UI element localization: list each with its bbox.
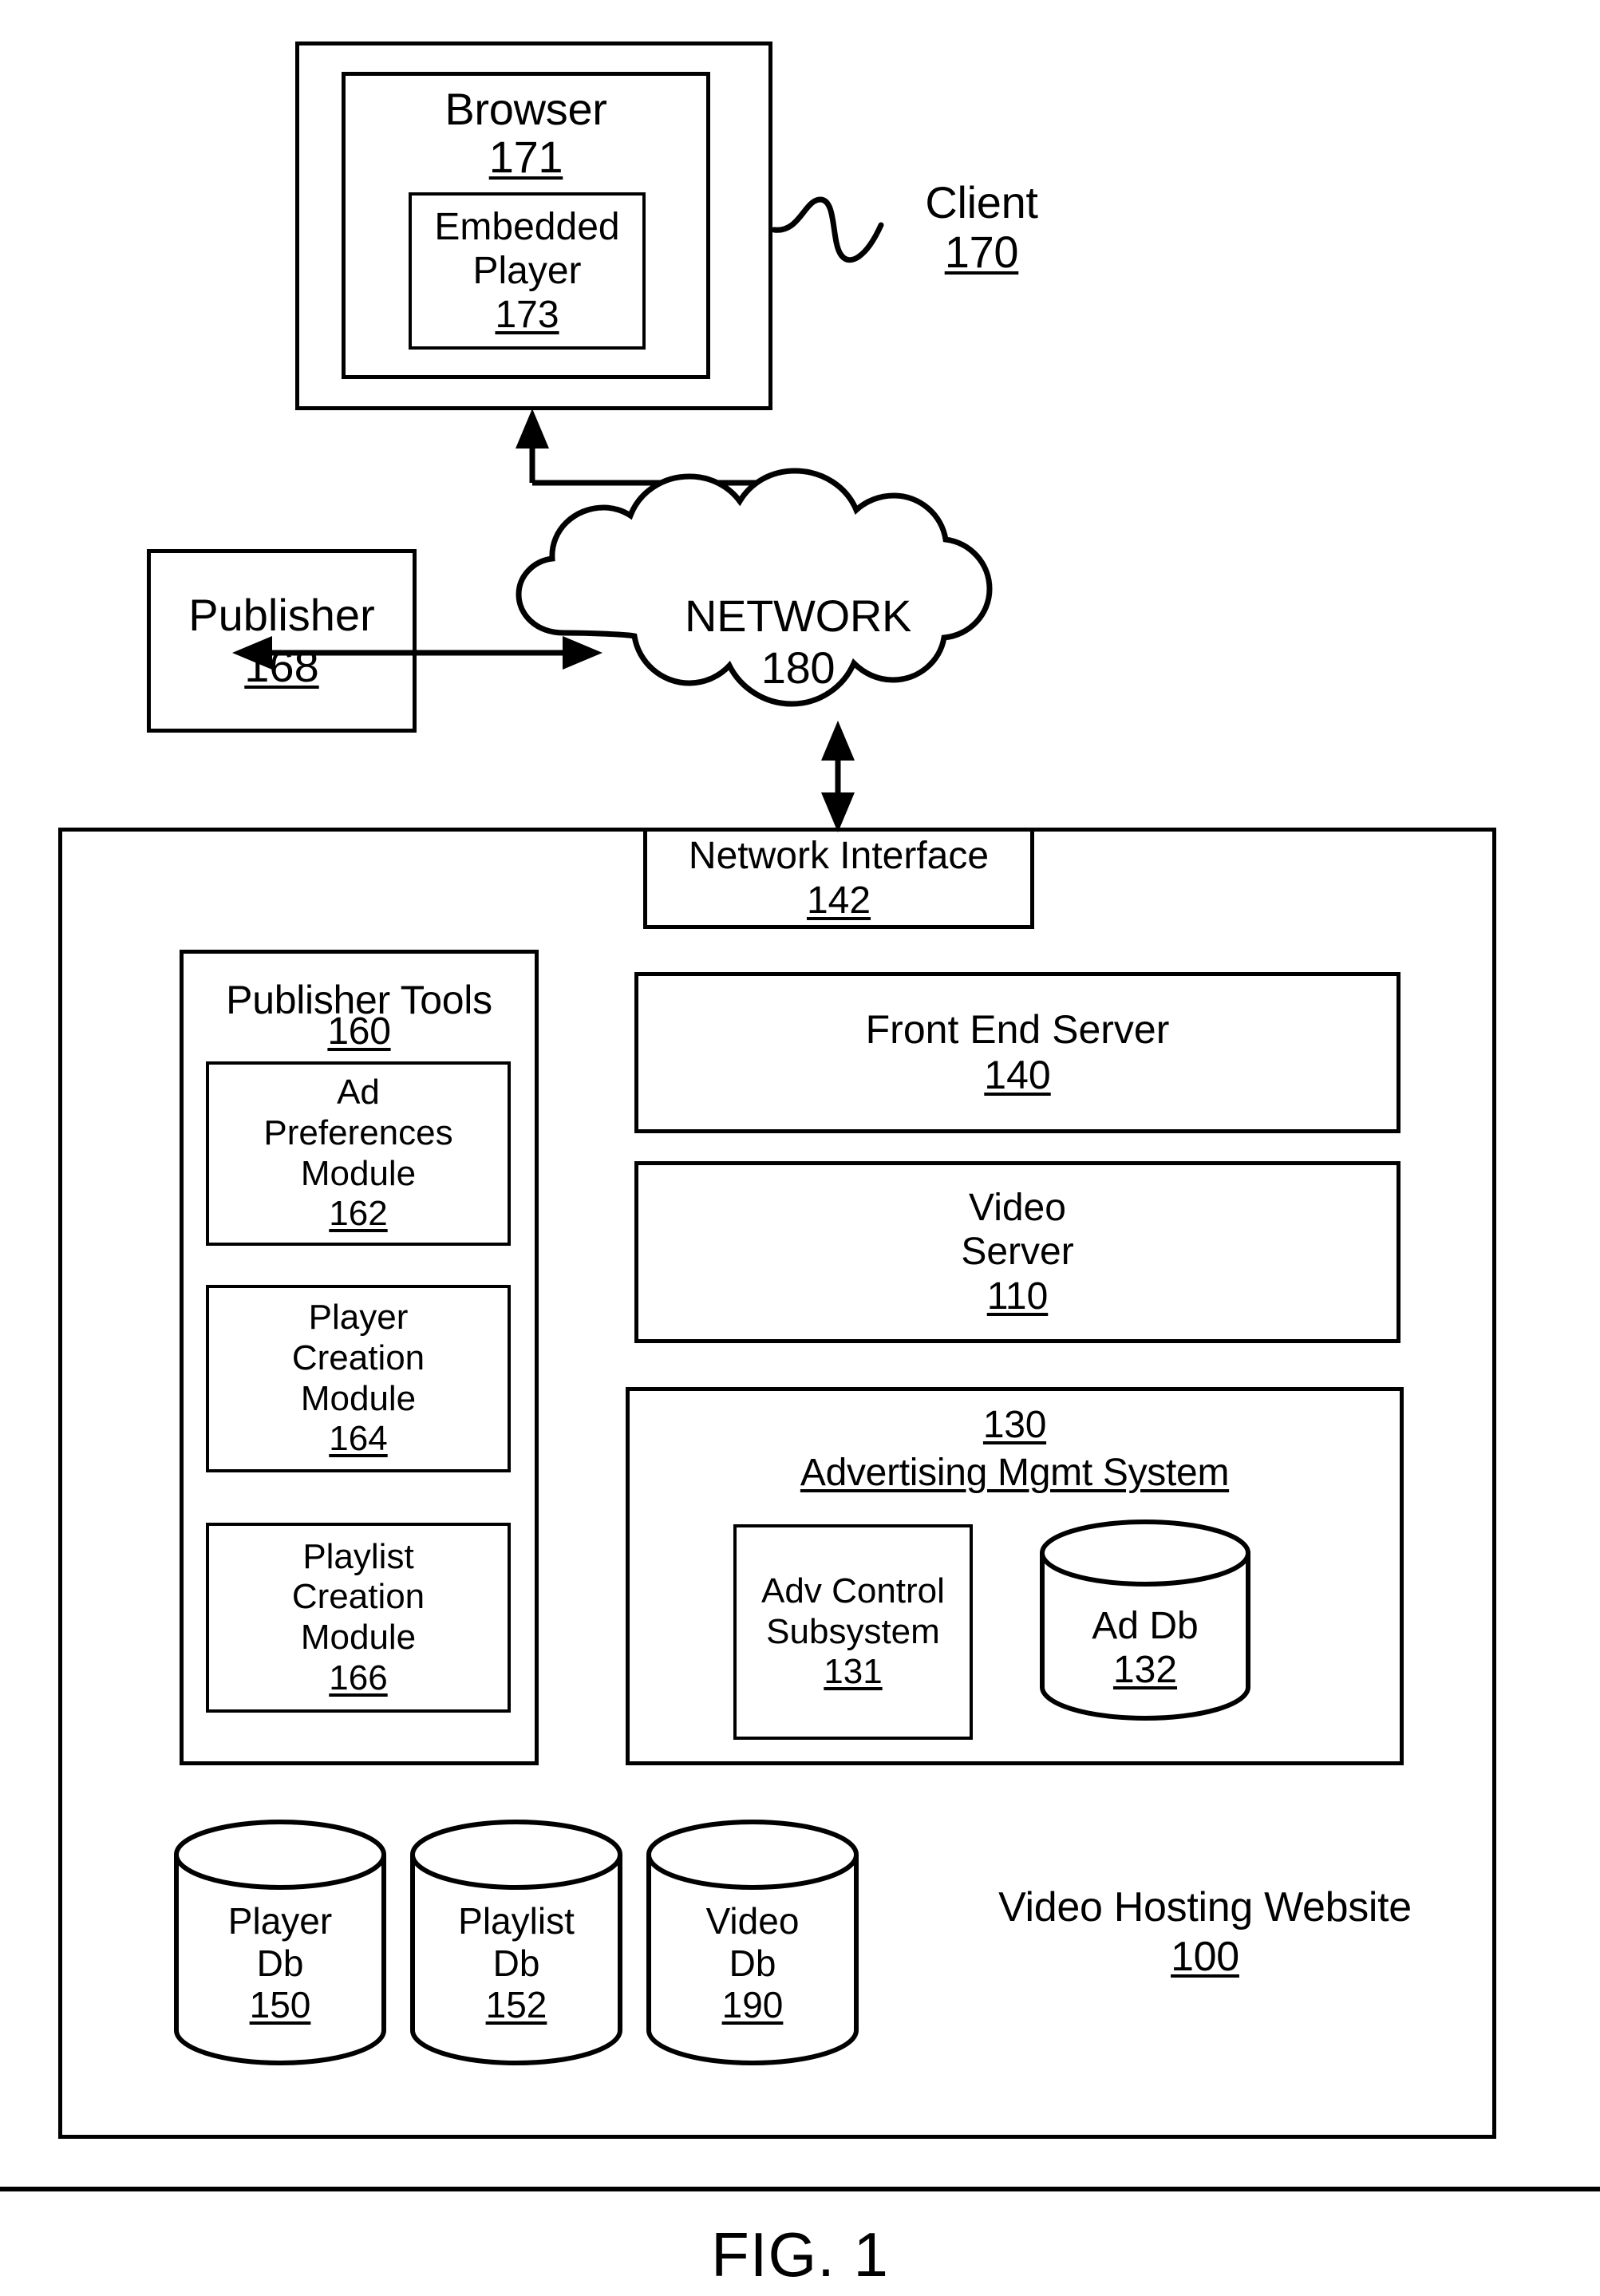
playlist-db-line1: Playlist	[458, 1899, 575, 1942]
ad-preferences-module-number: 162	[329, 1194, 388, 1234]
embedded-player-label-group: Embedded Player 173	[409, 192, 646, 350]
client-number: 170	[944, 227, 1019, 277]
playlist-db-label-group: Playlist Db 152	[408, 1883, 625, 2043]
playlist-creation-module-number: 166	[329, 1658, 388, 1697]
player-creation-module-label-group: Player Creation Module 164	[206, 1285, 511, 1472]
player-creation-module-line2: Creation	[291, 1338, 425, 1377]
ad-db-label: Ad Db	[1092, 1604, 1199, 1647]
playlist-creation-module-line2: Creation	[291, 1577, 425, 1617]
network-label: NETWORK	[684, 591, 912, 641]
network-interface-label-group: Network Interface 142	[643, 828, 1034, 929]
video-db-line1: Video	[705, 1899, 800, 1942]
player-creation-module-line3: Module	[300, 1378, 417, 1418]
arrow-network-website	[821, 721, 855, 832]
playlist-creation-module-line1: Playlist	[302, 1536, 414, 1576]
playlist-creation-module-line3: Module	[300, 1618, 417, 1657]
adv-control-subsystem-label-group: Adv Control Subsystem 131	[733, 1524, 973, 1740]
playlist-db-line2: Db	[492, 1942, 540, 1984]
adv-control-subsystem-line1: Adv Control	[761, 1571, 945, 1611]
ad-db-label-group: Ad Db 132	[1037, 1588, 1253, 1708]
player-db-number: 150	[249, 1984, 311, 2026]
publisher-number: 168	[244, 641, 319, 691]
video-db-line2: Db	[729, 1942, 776, 1984]
browser-number: 171	[488, 132, 563, 182]
client-label: Client	[925, 177, 1038, 227]
player-db-line2: Db	[256, 1942, 304, 1984]
ad-preferences-module-line3: Module	[300, 1153, 417, 1193]
player-creation-module-line1: Player	[308, 1298, 409, 1338]
player-creation-module-number: 164	[329, 1419, 388, 1459]
advertising-mgmt-system-number: 130	[982, 1404, 1047, 1446]
embedded-player-number: 173	[495, 294, 559, 337]
ad-preferences-module-line2: Preferences	[263, 1112, 453, 1152]
player-db-line1: Player	[227, 1899, 333, 1942]
network-number: 180	[760, 642, 836, 693]
player-db-label-group: Player Db 150	[172, 1883, 389, 2043]
video-db-number: 190	[721, 1984, 784, 2026]
video-hosting-website-number: 100	[1171, 1934, 1239, 1980]
publisher-tools-number: 160	[327, 1010, 391, 1053]
front-end-server-number: 140	[984, 1053, 1051, 1097]
video-db-label-group: Video Db 190	[644, 1883, 861, 2043]
video-server-label-line1: Video	[969, 1187, 1066, 1230]
video-server-label-group: Video Server 110	[634, 1161, 1400, 1343]
playlist-db-number: 152	[485, 1984, 547, 2026]
network-interface-number: 142	[806, 879, 871, 922]
adv-control-subsystem-number: 131	[824, 1652, 883, 1692]
adv-control-subsystem-line2: Subsystem	[766, 1611, 940, 1651]
patent-figure-1: Browser 171 Embedded Player 173 Client 1…	[0, 0, 1600, 2296]
publisher-label: Publisher	[188, 589, 375, 640]
ad-db-number: 132	[1112, 1649, 1178, 1691]
video-server-label-line2: Server	[961, 1231, 1074, 1274]
browser-label: Browser	[444, 84, 607, 134]
client-leader-squiggle	[771, 196, 884, 263]
video-server-number: 110	[986, 1274, 1049, 1318]
playlist-creation-module-label-group: Playlist Creation Module 166	[206, 1523, 511, 1713]
embedded-player-label-line1: Embedded	[434, 205, 620, 248]
figure-caption: FIG. 1	[711, 2219, 889, 2290]
front-end-server-label: Front End Server	[865, 1006, 1170, 1052]
arrow-network-to-client	[516, 409, 773, 571]
front-end-server-label-group: Front End Server 140	[634, 972, 1400, 1133]
publisher-label-group: Publisher 168	[147, 549, 417, 733]
advertising-mgmt-system-label: Advertising Mgmt System	[800, 1452, 1230, 1494]
embedded-player-label-line2: Player	[472, 249, 582, 292]
network-interface-label: Network Interface	[688, 835, 990, 878]
ad-preferences-module-label-group: Ad Preferences Module 162	[206, 1061, 511, 1246]
video-hosting-website-label: Video Hosting Website	[998, 1884, 1412, 1930]
ad-preferences-module-line1: Ad	[337, 1073, 380, 1112]
